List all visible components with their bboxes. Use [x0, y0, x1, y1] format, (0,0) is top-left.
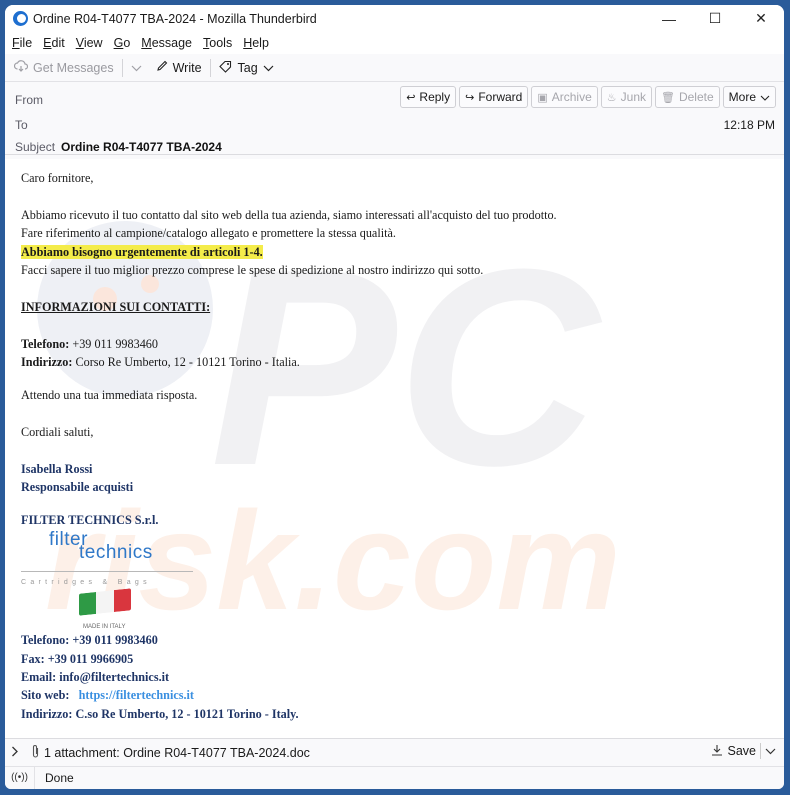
thunderbird-logo-icon: [13, 10, 29, 27]
closing-line: Cordiali saluti,: [21, 425, 94, 440]
archive-button[interactable]: ▣ Archive: [531, 86, 598, 108]
subject-label: Subject: [15, 140, 56, 154]
save-button[interactable]: Save: [728, 744, 757, 758]
company-name: FILTER TECHNICS S.r.l.: [21, 512, 159, 527]
menu-view[interactable]: View: [76, 36, 103, 50]
attachment-bar[interactable]: 1 attachment: Ordine R04-T4077 TBA-2024.…: [5, 739, 784, 767]
message-header: From To Subject Ordine R04-T4077 TBA-2024…: [5, 82, 784, 155]
awaiting-line: Attendo una tua immediata risposta.: [21, 388, 198, 403]
more-button[interactable]: More: [722, 86, 776, 108]
signature-address: Indirizzo: C.so Re Umberto, 12 - 10121 T…: [21, 706, 299, 721]
junk-flame-icon: ♨: [606, 91, 617, 104]
subject-value: Ordine R04-T4077 TBA-2024: [61, 140, 222, 154]
chevron-down-icon: [263, 61, 274, 75]
phone-line: Telefono: +39 011 9983460: [21, 336, 158, 351]
save-dropdown-chevron-icon[interactable]: [765, 744, 776, 758]
junk-button[interactable]: ♨ Junk: [600, 86, 652, 108]
cloud-download-icon: [13, 60, 29, 75]
message-actions: ↩ Reply ↪ Forward ▣ Archive ♨ Junk 🗑 Delete M…: [397, 86, 776, 108]
menu-file[interactable]: File: [12, 36, 32, 50]
greeting: Caro fornitore,: [21, 171, 94, 185]
forward-icon: ↪: [465, 91, 475, 104]
maximize-button[interactable]: ☐: [692, 5, 738, 32]
highlighted-request: Abbiamo bisogno urgentemente di articoli…: [21, 244, 263, 259]
paperclip-icon: [31, 744, 40, 762]
contacts-heading: INFORMAZIONI SUI CONTATTI:: [21, 299, 211, 314]
menu-edit[interactable]: Edit: [43, 36, 65, 50]
to-label: To: [15, 118, 28, 132]
thunderbird-window: Ordine R04-T4077 TBA-2024 - Mozilla Thun…: [5, 5, 784, 789]
signature-email: Email: info@filtertechnics.it: [21, 670, 170, 685]
made-in-italy-badge: MADE IN ITALY: [21, 585, 201, 631]
toolbar-divider: [209, 58, 211, 77]
italian-flag-icon: [79, 588, 131, 616]
menu-tools[interactable]: Tools: [203, 36, 232, 50]
online-status-icon[interactable]: ((•)): [5, 767, 35, 789]
tag-button[interactable]: Tag: [218, 60, 274, 76]
title-bar: Ordine R04-T4077 TBA-2024 - Mozilla Thun…: [5, 5, 784, 32]
toolbar-divider: [121, 58, 123, 77]
main-toolbar: Get Messages Write Tag: [5, 54, 784, 82]
chevron-right-icon[interactable]: [11, 745, 25, 760]
delete-button[interactable]: 🗑 Delete: [655, 86, 720, 108]
write-button[interactable]: Write: [156, 60, 202, 75]
subject-row: Subject Ordine R04-T4077 TBA-2024: [15, 140, 222, 154]
chevron-down-icon: [760, 90, 770, 104]
address-line: Indirizzo: Corso Re Umberto, 12 - 10121 …: [21, 355, 300, 370]
body-line-2: Fare riferimento al campione/catalogo al…: [21, 226, 396, 241]
message-body: PC risk.com Caro fornitore, Abbiamo rice…: [5, 159, 784, 739]
attachment-summary[interactable]: 1 attachment: Ordine R04-T4077 TBA-2024.…: [44, 746, 310, 760]
body-line-3: Facci sapere il tuo miglior prezzo compr…: [21, 263, 484, 278]
close-button[interactable]: ✕: [738, 5, 784, 32]
save-attachment-group: Save: [711, 743, 777, 759]
made-in-italy-caption: MADE IN ITALY: [83, 624, 126, 631]
window-title: Ordine R04-T4077 TBA-2024 - Mozilla Thun…: [33, 11, 317, 26]
menu-help[interactable]: Help: [243, 36, 269, 50]
body-line-1: Abbiamo ricevuto il tuo contatto dal sit…: [21, 207, 557, 222]
sender-role: Responsabile acquisti: [21, 480, 134, 495]
chevron-down-icon: [131, 61, 142, 75]
trash-icon: 🗑: [661, 91, 675, 104]
tag-icon: [218, 60, 233, 76]
minimize-button[interactable]: —: [646, 5, 692, 32]
archive-box-icon: ▣: [537, 91, 548, 104]
menu-bar: File Edit View Go Message Tools Help: [5, 32, 784, 54]
menu-go[interactable]: Go: [114, 36, 131, 50]
logo-word-technics: technics: [79, 542, 153, 564]
website-link[interactable]: https://filtertechnics.it: [79, 688, 194, 702]
logo-divider: [21, 571, 193, 573]
reply-icon: ↩: [406, 91, 416, 104]
pencil-icon: [156, 60, 168, 75]
sender-name: Isabella Rossi: [21, 462, 93, 477]
reply-button[interactable]: ↩ Reply: [400, 86, 457, 108]
status-text: Done: [45, 771, 74, 785]
message-content: Caro fornitore, Abbiamo ricevuto il tuo …: [21, 169, 557, 723]
get-messages-dropdown[interactable]: [131, 61, 142, 75]
from-label: From: [15, 93, 43, 107]
company-logo: filter technics Cartridges & Bags: [21, 530, 201, 586]
save-divider: [760, 743, 761, 759]
status-bar: ((•)) Done: [5, 767, 784, 789]
forward-button[interactable]: ↪ Forward: [459, 86, 529, 108]
get-messages-button[interactable]: Get Messages: [13, 60, 114, 75]
signature-website: Sito web: https://filtertechnics.it: [21, 688, 194, 703]
message-time: 12:18 PM: [723, 118, 775, 132]
download-icon: [711, 744, 723, 759]
signature-fax: Fax: +39 011 9966905: [21, 651, 134, 666]
menu-message[interactable]: Message: [141, 36, 192, 50]
